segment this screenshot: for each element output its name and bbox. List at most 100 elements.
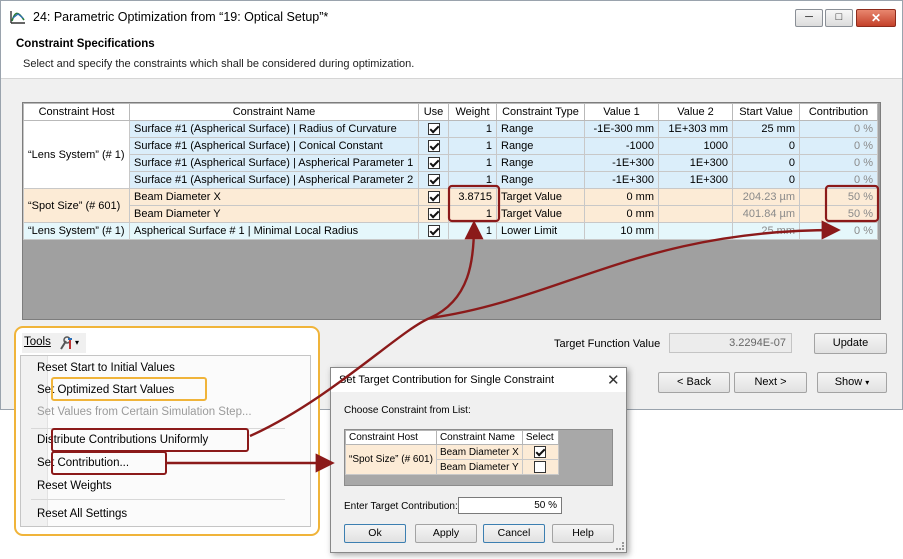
use-cell bbox=[418, 222, 449, 240]
use-checkbox[interactable] bbox=[427, 225, 440, 238]
constraint-grid[interactable]: Constraint Host Constraint Name Use Weig… bbox=[22, 102, 881, 320]
use-cell bbox=[418, 188, 449, 206]
value2-cell[interactable] bbox=[658, 205, 733, 223]
show-button[interactable]: Show ▾ bbox=[817, 372, 887, 393]
col-header[interactable]: Value 2 bbox=[658, 103, 733, 121]
start-cell[interactable]: 0 bbox=[732, 137, 800, 155]
dialog-title: Set Target Contribution for Single Const… bbox=[339, 374, 555, 386]
table-row[interactable]: “Lens System” (# 1) Surface #1 (Aspheric… bbox=[23, 120, 878, 189]
host-cell: “Lens System” (# 1) bbox=[23, 222, 130, 240]
type-cell[interactable]: Lower Limit bbox=[496, 222, 585, 240]
table-row[interactable]: Surface #1 (Aspherical Surface) | Aspher… bbox=[24, 171, 878, 189]
table-row[interactable]: Surface #1 (Aspherical Surface) | Conica… bbox=[24, 137, 878, 155]
back-button[interactable]: < Back bbox=[658, 372, 730, 393]
select-checkbox[interactable] bbox=[534, 461, 547, 473]
value1-cell[interactable]: 10 mm bbox=[584, 222, 659, 240]
table-row[interactable]: Beam Diameter Y 1 Target Value 0 mm 401.… bbox=[24, 205, 878, 223]
col-header[interactable]: Constraint Type bbox=[496, 103, 585, 121]
help-button[interactable]: Help bbox=[552, 524, 614, 543]
value1-cell[interactable]: -1E+300 bbox=[584, 154, 659, 172]
menu-item-reset-weights[interactable]: Reset Weights bbox=[37, 480, 112, 492]
set-contribution-dialog: Set Target Contribution for Single Const… bbox=[330, 367, 627, 553]
close-icon[interactable]: ✕ bbox=[607, 371, 620, 389]
table-header-row: Constraint Host Constraint Name Use Weig… bbox=[23, 103, 878, 121]
tools-button[interactable]: Tools ▾ bbox=[22, 333, 86, 353]
use-checkbox[interactable] bbox=[427, 191, 440, 204]
use-checkbox[interactable] bbox=[427, 174, 440, 187]
value1-cell[interactable]: -1E+300 bbox=[584, 171, 659, 189]
type-cell[interactable]: Range bbox=[496, 154, 585, 172]
use-checkbox[interactable] bbox=[427, 123, 440, 136]
value2-cell[interactable]: 1E+300 bbox=[658, 171, 733, 189]
start-cell: 204.23 µm bbox=[732, 188, 800, 206]
type-cell[interactable]: Range bbox=[496, 171, 585, 189]
col-header[interactable]: Constraint Name bbox=[129, 103, 419, 121]
table-row[interactable]: “Spot Size” (# 601) Beam Diameter X bbox=[345, 444, 559, 475]
use-checkbox[interactable] bbox=[427, 157, 440, 170]
value2-cell[interactable] bbox=[658, 222, 733, 240]
col-header[interactable]: Start Value bbox=[732, 103, 800, 121]
update-button[interactable]: Update bbox=[814, 333, 887, 354]
col-header[interactable]: Constraint Host bbox=[23, 103, 130, 121]
col-header: Constraint Host bbox=[345, 430, 437, 445]
type-cell[interactable]: Range bbox=[496, 120, 585, 138]
col-header[interactable]: Use bbox=[418, 103, 449, 121]
weight-cell[interactable]: 1 bbox=[448, 154, 497, 172]
title-bar: 24: Parametric Optimization from “19: Op… bbox=[1, 1, 902, 33]
section-description: Select and specify the constraints which… bbox=[23, 58, 415, 70]
close-button[interactable]: ✕ bbox=[856, 9, 896, 27]
value2-cell[interactable]: 1E+300 bbox=[658, 154, 733, 172]
dialog-header-row: Constraint Host Constraint Name Select bbox=[345, 430, 559, 445]
target-contribution-input[interactable]: 50 % bbox=[458, 497, 562, 514]
ok-button[interactable]: Ok bbox=[344, 524, 406, 543]
use-cell bbox=[418, 171, 449, 189]
weight-cell[interactable]: 3.8715 bbox=[448, 188, 497, 206]
weight-cell[interactable]: 1 bbox=[448, 222, 497, 240]
maximize-button[interactable]: □ bbox=[825, 9, 853, 27]
name-cell: Surface #1 (Aspherical Surface) | Aspher… bbox=[129, 171, 419, 189]
name-cell: Surface #1 (Aspherical Surface) | Conica… bbox=[129, 137, 419, 155]
start-cell[interactable]: 0 bbox=[732, 171, 800, 189]
col-header[interactable]: Value 1 bbox=[584, 103, 659, 121]
table-row[interactable]: “Spot Size” (# 601) Beam Diameter X 3.87… bbox=[23, 188, 878, 223]
menu-item-reset-start[interactable]: Reset Start to Initial Values bbox=[37, 362, 175, 374]
contribution-cell: 0 % bbox=[799, 222, 878, 240]
next-button[interactable]: Next > bbox=[734, 372, 807, 393]
start-cell[interactable]: 0 bbox=[732, 154, 800, 172]
value2-cell[interactable]: 1000 bbox=[658, 137, 733, 155]
contribution-cell: 50 % bbox=[799, 205, 878, 223]
name-cell: Beam Diameter Y bbox=[129, 205, 419, 223]
resize-grip[interactable] bbox=[616, 542, 624, 550]
type-cell[interactable]: Target Value bbox=[496, 188, 585, 206]
weight-cell[interactable]: 1 bbox=[448, 171, 497, 189]
cancel-button[interactable]: Cancel bbox=[483, 524, 545, 543]
dialog-constraint-grid[interactable]: Constraint Host Constraint Name Select “… bbox=[344, 429, 613, 486]
use-cell bbox=[418, 137, 449, 155]
use-cell bbox=[418, 154, 449, 172]
apply-button[interactable]: Apply bbox=[415, 524, 477, 543]
value1-cell[interactable]: 0 mm bbox=[584, 188, 659, 206]
table-row[interactable]: Surface #1 (Aspherical Surface) | Aspher… bbox=[24, 154, 878, 172]
constraint-table: Constraint Host Constraint Name Use Weig… bbox=[23, 103, 878, 240]
col-header[interactable]: Weight bbox=[448, 103, 497, 121]
value1-cell[interactable]: -1000 bbox=[584, 137, 659, 155]
use-checkbox[interactable] bbox=[427, 208, 440, 221]
highlight-distribute bbox=[51, 428, 249, 452]
minimize-button[interactable]: ─ bbox=[795, 9, 823, 27]
col-header[interactable]: Contribution bbox=[799, 103, 878, 121]
table-row[interactable]: “Lens System” (# 1) Aspherical Surface #… bbox=[23, 222, 878, 240]
type-cell[interactable]: Range bbox=[496, 137, 585, 155]
value1-cell[interactable]: -1E-300 mm bbox=[584, 120, 659, 138]
target-contribution-label: Enter Target Contribution: bbox=[344, 501, 458, 512]
start-cell[interactable]: 25 mm bbox=[732, 120, 800, 138]
select-checkbox[interactable] bbox=[534, 446, 547, 458]
weight-cell[interactable]: 1 bbox=[448, 137, 497, 155]
use-checkbox[interactable] bbox=[427, 140, 440, 153]
weight-cell[interactable]: 1 bbox=[448, 120, 497, 138]
value1-cell[interactable]: 0 mm bbox=[584, 205, 659, 223]
weight-cell[interactable]: 1 bbox=[448, 205, 497, 223]
menu-item-reset-all[interactable]: Reset All Settings bbox=[37, 508, 127, 520]
value2-cell[interactable]: 1E+303 mm bbox=[658, 120, 733, 138]
value2-cell[interactable] bbox=[658, 188, 733, 206]
type-cell[interactable]: Target Value bbox=[496, 205, 585, 223]
